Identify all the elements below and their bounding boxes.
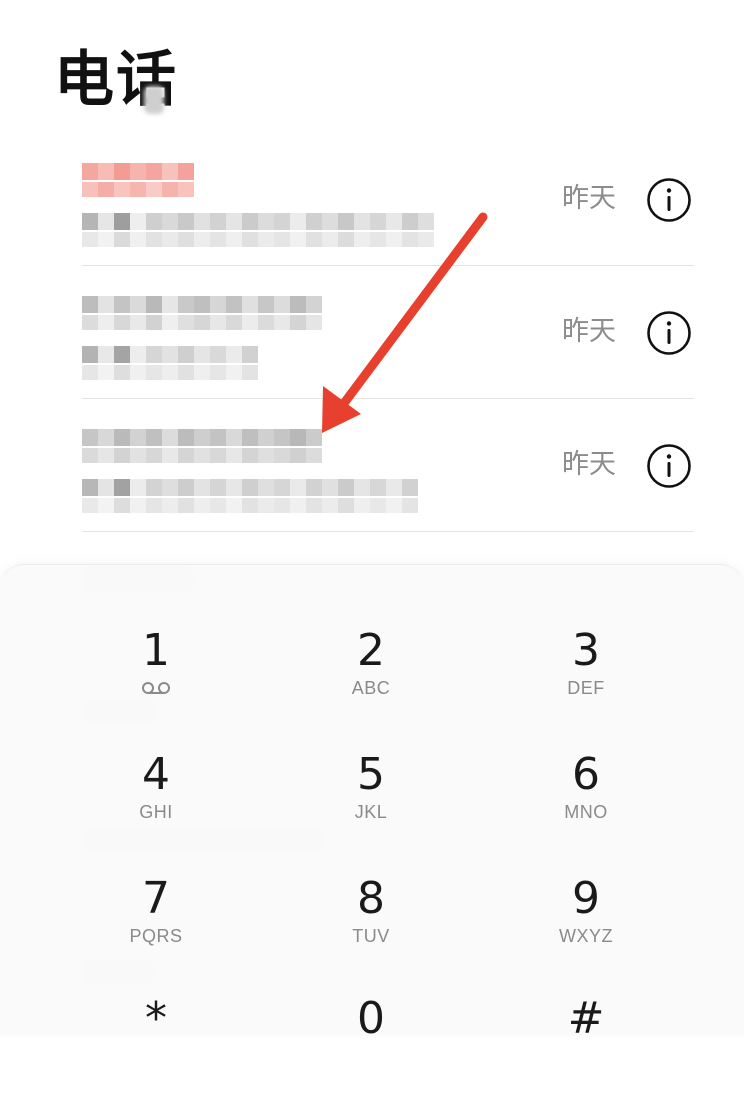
call-time: 昨天	[562, 316, 616, 347]
key-letters: DEF	[567, 678, 605, 698]
call-details-button[interactable]	[646, 310, 692, 356]
key-digit: 7	[142, 873, 170, 924]
key-letters: JKL	[354, 802, 388, 822]
redacted-contact-name	[82, 429, 332, 463]
key-letters: GHI	[139, 802, 173, 822]
call-log-row[interactable]: 昨天	[0, 133, 744, 266]
dialpad-key-2[interactable]: 2 ABC	[291, 625, 451, 735]
call-time: 昨天	[562, 183, 616, 214]
info-circle-icon	[647, 311, 691, 355]
row-divider	[82, 531, 694, 532]
info-circle-icon	[647, 444, 691, 488]
call-log-row[interactable]: 昨天	[0, 266, 744, 399]
dialpad-key-0[interactable]: 0	[291, 993, 451, 1103]
key-letters: PQRS	[129, 926, 183, 946]
key-digit: 0	[357, 993, 385, 1044]
info-circle-icon	[647, 178, 691, 222]
redaction-smudge	[144, 86, 164, 114]
dialpad-key-4[interactable]: 4 GHI	[76, 749, 236, 859]
key-digit: *	[145, 993, 167, 1044]
key-letters: MNO	[564, 802, 608, 822]
key-letters: TUV	[352, 926, 390, 946]
call-details-button[interactable]	[646, 177, 692, 223]
dialpad-key-7[interactable]: 7 PQRS	[76, 873, 236, 983]
key-digit: 3	[572, 625, 600, 676]
key-letters: WXYZ	[559, 926, 613, 946]
dialpad-key-9[interactable]: 9 WXYZ	[506, 873, 666, 983]
call-time: 昨天	[562, 449, 616, 480]
key-digit: 6	[572, 749, 600, 800]
redacted-contact-name	[82, 163, 198, 197]
dialpad: 1 2 ABC 3 DEF 4 GHI 5 JKL 6 MNO 7 PQRS 8…	[0, 564, 744, 1044]
key-digit: 5	[357, 749, 385, 800]
key-letters: ABC	[351, 678, 391, 698]
key-digit: 8	[357, 873, 385, 924]
voicemail-icon	[142, 682, 170, 694]
dialpad-key-5[interactable]: 5 JKL	[291, 749, 451, 859]
key-digit: 1	[142, 625, 170, 676]
call-log-row[interactable]: 昨天	[0, 399, 744, 532]
dialpad-key-8[interactable]: 8 TUV	[291, 873, 451, 983]
dialpad-key-3[interactable]: 3 DEF	[506, 625, 666, 735]
call-details-button[interactable]	[646, 443, 692, 489]
dialpad-key-1[interactable]: 1	[76, 625, 236, 735]
redacted-contact-detail	[82, 346, 264, 380]
key-digit: #	[567, 993, 605, 1044]
dialpad-key-hash[interactable]: #	[506, 993, 666, 1103]
redacted-contact-detail	[82, 479, 432, 513]
key-digit: 2	[357, 625, 385, 676]
key-digit: 9	[572, 873, 600, 924]
redacted-contact-name	[82, 296, 332, 330]
dialpad-key-6[interactable]: 6 MNO	[506, 749, 666, 859]
recent-calls-list: 昨天 昨天 昨天	[0, 133, 744, 532]
key-digit: 4	[142, 749, 170, 800]
redacted-contact-detail	[82, 213, 448, 247]
dialpad-key-star[interactable]: *	[76, 993, 236, 1103]
